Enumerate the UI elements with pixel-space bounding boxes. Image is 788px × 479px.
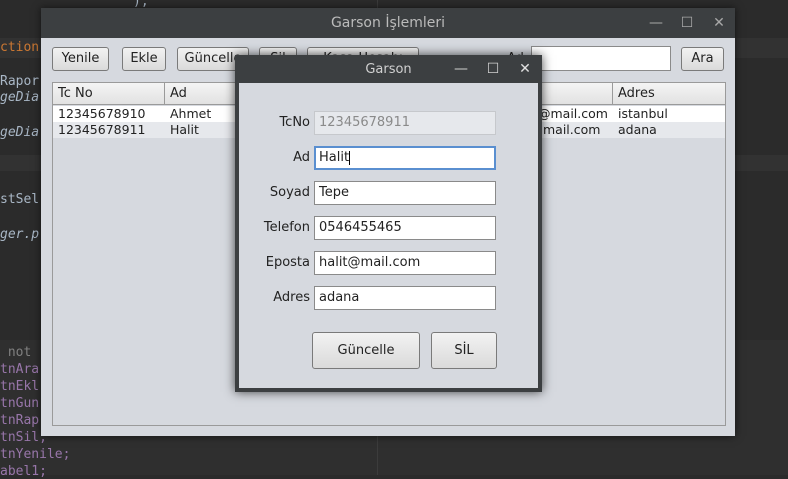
ide-code-line: tnAra [0,362,40,377]
ide-code-line: stSel [0,192,40,207]
telefon-label: Telefon [263,220,310,235]
ide-code-line: geDia [0,125,40,140]
cell-tcno: 12345678910 [58,106,146,121]
add-button[interactable]: Ekle [122,47,166,71]
ide-code-line: tnRap [0,413,40,428]
ide-code-line: tnSil, [0,430,47,445]
ad-field[interactable]: Halit [314,146,496,170]
close-icon[interactable]: ✕ [709,13,729,33]
cell-tcno: 12345678911 [58,122,146,137]
eposta-label: Eposta [265,255,310,270]
refresh-button[interactable]: Yenile [52,47,109,71]
ide-code-line: tnGun [0,396,40,411]
ide-code-line: ger.p [0,227,40,242]
minimize-icon[interactable]: — [646,13,666,33]
tcno-field: 12345678911 [314,111,496,135]
text-cursor [349,150,351,165]
ide-code-line: abel1; [0,464,47,479]
garson-dialog: Garson — ☐ ✕ TcNo 12345678911 Ad Halit S… [235,55,542,392]
search-button[interactable]: Ara [681,47,724,71]
column-header-adres[interactable]: Adres [613,83,725,105]
dialog-delete-button[interactable]: SİL [431,332,497,369]
dialog-update-button[interactable]: Güncelle [312,332,420,369]
minimize-icon[interactable]: — [451,59,471,79]
tcno-label: TcNo [279,115,310,130]
close-icon[interactable]: ✕ [515,59,535,79]
cell-eposta-fragment: mail.com [543,122,601,137]
adres-label: Adres [273,290,310,305]
telefon-field[interactable]: 0546455465 [314,216,496,240]
main-titlebar[interactable]: Garson İşlemleri — ☐ ✕ [41,8,735,38]
soyad-label: Soyad [269,185,310,200]
main-window-title: Garson İşlemleri [330,15,446,31]
cell-eposta-fragment: @mail.com [538,106,608,121]
ide-code-line: ction [0,40,40,55]
ide-code-line: tnEkl [0,379,40,394]
ide-code-line: geDia [0,90,40,105]
ad-field-value: Halit [319,150,350,165]
ide-code-line: not [0,345,32,360]
maximize-icon[interactable]: ☐ [677,13,697,33]
soyad-field[interactable]: Tepe [314,181,496,205]
ide-code-line: Rapor [0,74,40,89]
cell-adres: istanbul [618,106,668,121]
eposta-field[interactable]: halit@mail.com [314,251,496,275]
column-header-tcno[interactable]: Tc No [53,83,165,105]
dialog-body: TcNo 12345678911 Ad Halit Soyad Tepe Tel… [239,83,538,388]
dialog-titlebar[interactable]: Garson — ☐ ✕ [235,55,542,83]
search-input[interactable] [531,46,671,71]
adres-field[interactable]: adana [314,286,496,310]
ad-label: Ad [293,150,310,165]
cell-adres: adana [618,122,657,137]
maximize-icon[interactable]: ☐ [483,59,503,79]
ide-code-line: tnYenile; [0,447,71,462]
